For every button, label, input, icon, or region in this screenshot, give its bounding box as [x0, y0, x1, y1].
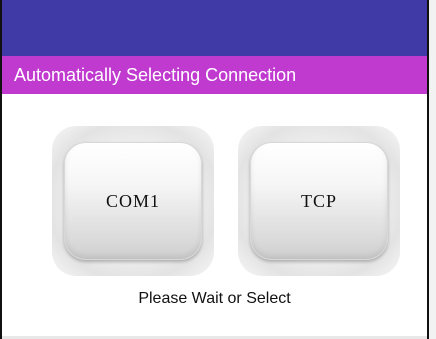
com1-button-frame: COM1: [52, 126, 214, 276]
com1-button[interactable]: COM1: [64, 142, 202, 260]
dialog-heading: Automatically Selecting Connection: [2, 56, 427, 94]
tcp-button[interactable]: TCP: [250, 142, 388, 260]
dialog-content: COM1 TCP Please Wait or Select: [2, 94, 427, 339]
title-bar: [2, 0, 427, 56]
tcp-button-frame: TCP: [238, 126, 400, 276]
status-message: Please Wait or Select: [138, 290, 291, 307]
connection-dialog: Automatically Selecting Connection COM1 …: [0, 0, 429, 339]
